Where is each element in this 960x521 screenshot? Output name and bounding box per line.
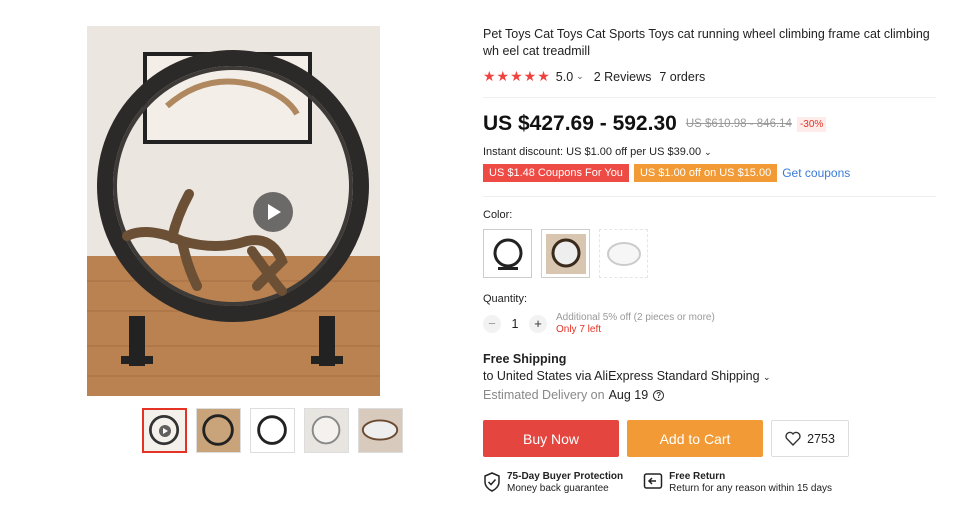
quantity-value[interactable]: 1 bbox=[501, 317, 529, 331]
estimated-delivery-label: Estimated Delivery on bbox=[483, 388, 605, 402]
product-info: Pet Toys Cat Toys Cat Sports Toys cat ru… bbox=[483, 26, 938, 495]
product-title: Pet Toys Cat Toys Cat Sports Toys cat ru… bbox=[483, 27, 930, 58]
play-video-button[interactable] bbox=[253, 192, 293, 232]
coupon-badge-2[interactable]: US $1.00 off on US $15.00 bbox=[633, 164, 778, 182]
instant-discount[interactable]: Instant discount: US $1.00 off per US $3… bbox=[483, 146, 938, 158]
stock-note: Only 7 left bbox=[556, 324, 602, 335]
return-title: Free Return bbox=[669, 471, 726, 482]
color-option-2[interactable] bbox=[541, 229, 590, 278]
rating-row: ★★★★★ 5.0 ⌄ 2 Reviews 7 orders bbox=[483, 68, 938, 85]
quantity-label: Quantity: bbox=[483, 293, 528, 305]
quantity-stepper: − 1 + Additional 5% off (2 pieces or mor… bbox=[483, 312, 938, 336]
heart-icon bbox=[785, 431, 801, 446]
chevron-down-icon: ⌄ bbox=[763, 372, 771, 382]
original-price: US $610.98 - 846.14 bbox=[685, 118, 792, 130]
coupons-row: US $1.48 Coupons For You US $1.00 off on… bbox=[483, 164, 938, 182]
divider bbox=[483, 97, 936, 98]
shipping-title: Free Shipping bbox=[483, 352, 567, 366]
return-subtitle: Return for any reason within 15 days bbox=[669, 483, 833, 494]
protection-subtitle: Money back guarantee bbox=[507, 483, 609, 494]
color-options bbox=[483, 229, 938, 278]
bulk-discount-note: Additional 5% off (2 pieces or more) bbox=[556, 312, 715, 323]
thumbnail-1[interactable] bbox=[142, 408, 187, 453]
get-coupons-link[interactable]: Get coupons bbox=[782, 166, 850, 180]
thumbnail-3[interactable] bbox=[250, 408, 295, 453]
help-icon[interactable]: ? bbox=[653, 389, 665, 401]
buyer-protection[interactable]: 75-Day Buyer Protection Money back guara… bbox=[483, 471, 623, 495]
free-return[interactable]: Free Return Return for any reason within… bbox=[643, 471, 832, 495]
reviews-link[interactable]: 2 Reviews bbox=[594, 70, 652, 84]
main-product-image[interactable] bbox=[87, 26, 380, 396]
quantity-note: Additional 5% off (2 pieces or more) Onl… bbox=[556, 312, 715, 336]
quantity-increase-button[interactable]: + bbox=[529, 315, 547, 333]
protection-title: 75-Day Buyer Protection bbox=[507, 471, 624, 482]
rating-value: 5.0 bbox=[555, 69, 574, 84]
price-row: US $427.69 - 592.30 US $610.98 - 846.14 … bbox=[483, 112, 938, 136]
chevron-down-icon[interactable]: ⌄ bbox=[576, 71, 584, 82]
action-buttons: Buy Now Add to Cart 2753 bbox=[483, 420, 938, 457]
discount-badge: -30% bbox=[796, 116, 827, 132]
add-to-cart-button[interactable]: Add to Cart bbox=[627, 420, 763, 457]
chevron-down-icon: ⌄ bbox=[704, 147, 712, 157]
coupon-badge-1[interactable]: US $1.48 Coupons For You bbox=[483, 164, 629, 182]
wishlist-count: 2753 bbox=[807, 431, 835, 446]
quantity-decrease-button[interactable]: − bbox=[483, 315, 501, 333]
thumbnail-4[interactable] bbox=[304, 408, 349, 453]
shipping-method-text: to United States via AliExpress Standard… bbox=[483, 369, 760, 383]
return-icon bbox=[643, 473, 663, 489]
divider bbox=[483, 196, 936, 197]
guarantee-row: 75-Day Buyer Protection Money back guara… bbox=[483, 471, 938, 495]
color-label: Color: bbox=[483, 209, 513, 221]
instant-discount-text: Instant discount: US $1.00 off per US $3… bbox=[483, 146, 702, 158]
play-icon bbox=[158, 424, 171, 437]
star-icon: ★★★★★ bbox=[483, 68, 551, 84]
current-price: US $427.69 - 592.30 bbox=[483, 112, 677, 135]
wishlist-button[interactable]: 2753 bbox=[771, 420, 849, 457]
thumbnail-2[interactable] bbox=[196, 408, 241, 453]
color-option-1[interactable] bbox=[483, 229, 532, 278]
color-option-3[interactable] bbox=[599, 229, 648, 278]
estimated-delivery: Estimated Delivery on Aug 19 ? bbox=[483, 388, 938, 402]
shield-check-icon bbox=[484, 472, 500, 492]
thumbnail-strip bbox=[142, 408, 403, 453]
cat-wheel-photo bbox=[87, 26, 380, 396]
delivery-date: Aug 19 bbox=[608, 388, 649, 402]
thumbnail-5[interactable] bbox=[358, 408, 403, 453]
buy-now-button[interactable]: Buy Now bbox=[483, 420, 619, 457]
orders-count: 7 orders bbox=[659, 69, 706, 84]
shipping-method[interactable]: to United States via AliExpress Standard… bbox=[483, 369, 938, 383]
